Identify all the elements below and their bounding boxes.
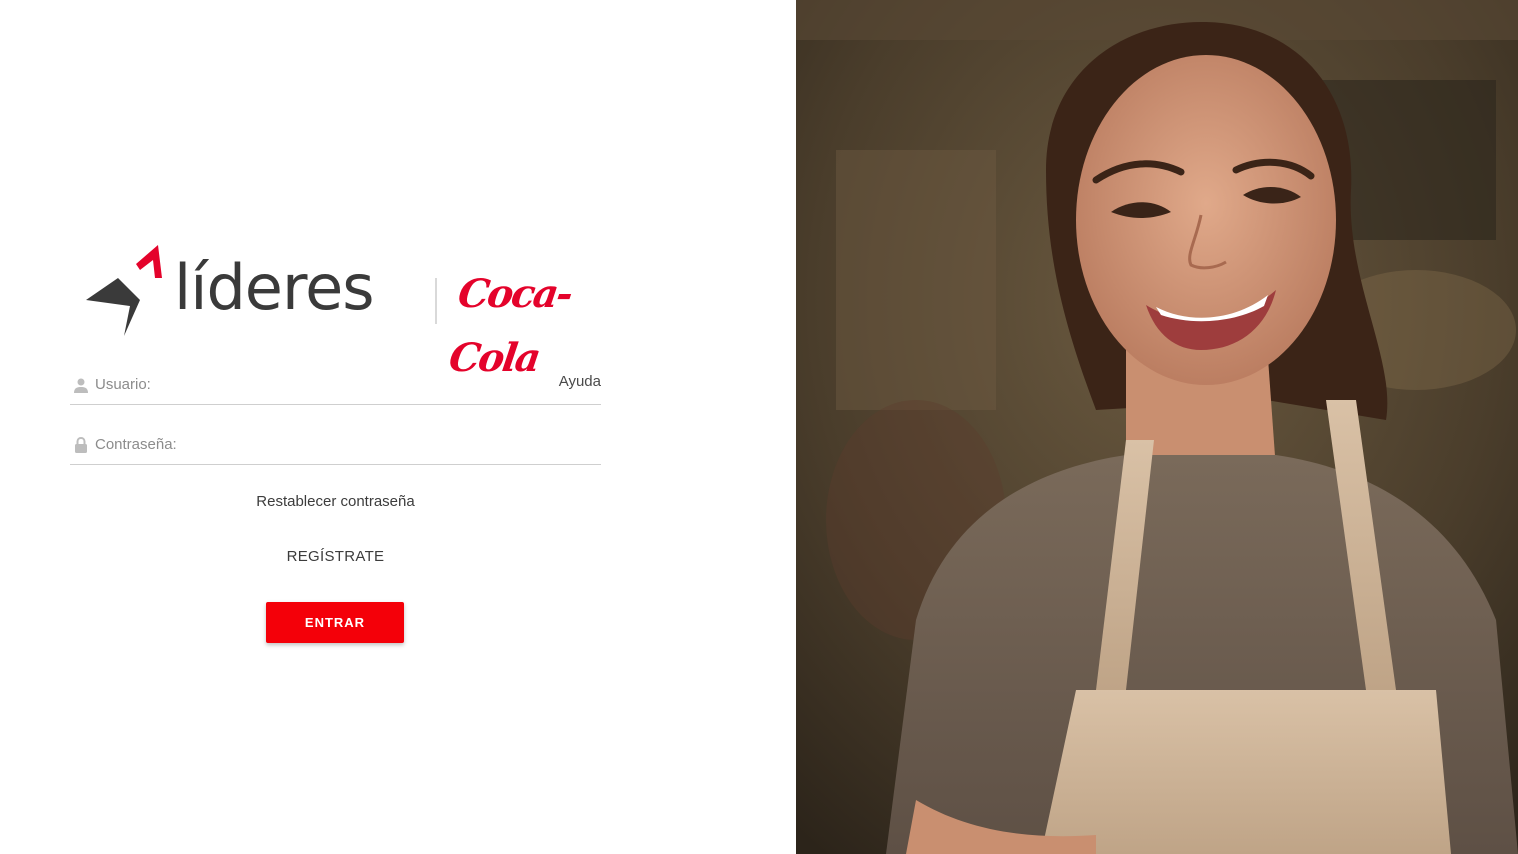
reset-password-link[interactable]: Restablecer contraseña bbox=[70, 493, 601, 510]
logo-divider bbox=[435, 278, 437, 324]
register-link[interactable]: REGÍSTRATE bbox=[70, 548, 601, 565]
brand-logo: líderes Coca-Cola bbox=[82, 240, 602, 381]
username-input[interactable] bbox=[95, 372, 535, 396]
help-link[interactable]: Ayuda bbox=[559, 373, 601, 390]
username-field: Ayuda bbox=[70, 366, 601, 405]
user-icon bbox=[74, 378, 88, 393]
hero-photo bbox=[796, 0, 1518, 854]
login-button[interactable]: ENTRAR bbox=[266, 602, 404, 643]
login-page: líderes Coca-Cola Ayuda Restablecer cont… bbox=[0, 0, 1518, 854]
lideres-logo-icon bbox=[86, 245, 162, 336]
hero-image-panel bbox=[796, 0, 1518, 854]
password-field bbox=[70, 426, 601, 465]
lock-icon bbox=[75, 436, 87, 453]
password-input[interactable] bbox=[95, 432, 535, 456]
login-panel: líderes Coca-Cola Ayuda Restablecer cont… bbox=[0, 0, 796, 854]
logo-wordmark: líderes bbox=[174, 251, 375, 324]
